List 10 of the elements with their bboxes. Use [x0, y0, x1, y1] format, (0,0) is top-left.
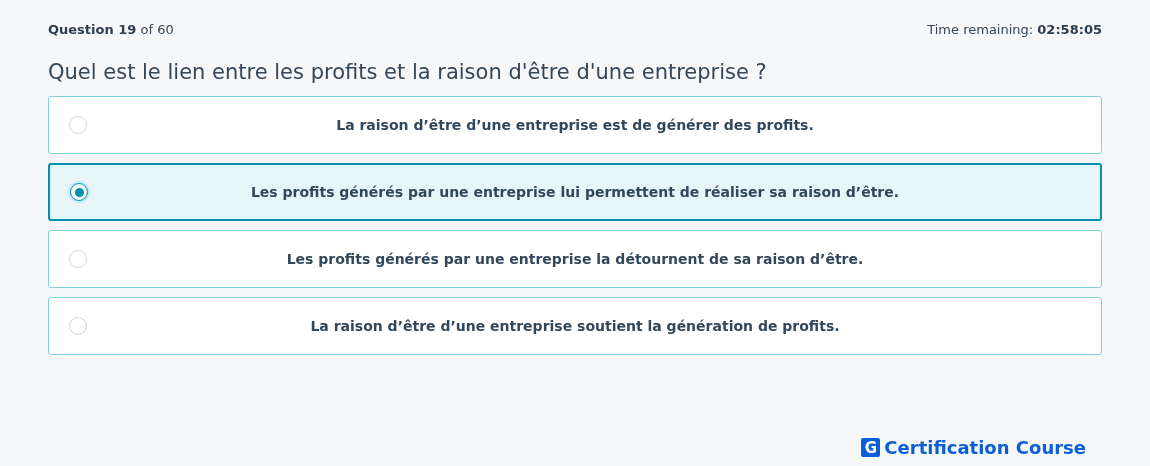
answer-option[interactable]: La raison d’être d’une entreprise soutient la génération de profits. [48, 297, 1102, 355]
question-text: Quel est le lien entre les profits et la raison d'être d'une entreprise ? [48, 60, 768, 84]
brand-name: Certification Course [884, 437, 1086, 458]
logo-mark: G [861, 438, 881, 457]
answer-option[interactable]: La raison d’être d’une entreprise est de générer des profits. [48, 96, 1102, 154]
question-counter: Question 19 of 60 [48, 22, 174, 37]
answer-option[interactable]: Les profits générés par une entreprise lui permettent de réaliser sa raison d’être. [48, 163, 1102, 221]
radio-button[interactable] [70, 183, 88, 201]
time-remaining: Time remaining: 02:58:05 [927, 22, 1102, 37]
answer-option[interactable]: Les profits générés par une entreprise la détournent de sa raison d’être. [48, 230, 1102, 288]
